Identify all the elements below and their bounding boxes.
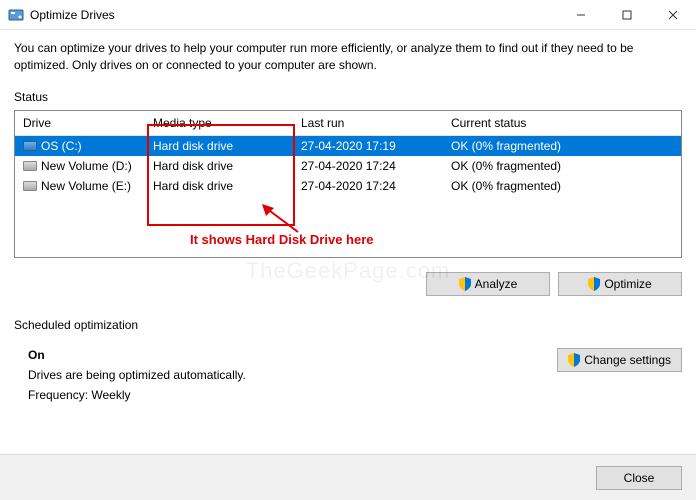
drive-last-run: 27-04-2020 17:24: [293, 156, 443, 176]
drive-status: OK (0% fragmented): [443, 156, 681, 176]
drive-media: Hard disk drive: [145, 156, 293, 176]
window-title: Optimize Drives: [30, 8, 558, 22]
drive-status: OK (0% fragmented): [443, 176, 681, 196]
drive-name: New Volume (E:): [41, 179, 131, 193]
drive-icon: [23, 161, 37, 171]
table-row[interactable]: OS (C:) Hard disk drive27-04-2020 17:19OK…: [15, 135, 681, 156]
optimize-label: Optimize: [604, 277, 651, 291]
table-row[interactable]: New Volume (D:) Hard disk drive27-04-2020…: [15, 156, 681, 176]
scheduled-optimization-label: Scheduled optimization: [14, 318, 682, 332]
close-label: Close: [624, 471, 655, 485]
column-header-media[interactable]: Media type: [145, 111, 293, 136]
drive-icon: [23, 141, 37, 151]
status-label: Status: [14, 90, 682, 104]
main-content: You can optimize your drives to help you…: [0, 30, 696, 418]
footer: Close: [0, 454, 696, 500]
drive-icon: [23, 181, 37, 191]
drive-media: Hard disk drive: [145, 135, 293, 156]
close-button[interactable]: Close: [596, 466, 682, 490]
close-window-button[interactable]: [650, 0, 696, 30]
change-settings-button[interactable]: Change settings: [557, 348, 682, 372]
optimize-drives-icon: [8, 7, 24, 23]
maximize-button[interactable]: [604, 0, 650, 30]
drive-table[interactable]: Drive Media type Last run Current status…: [14, 110, 682, 258]
analyze-button[interactable]: Analyze: [426, 272, 550, 296]
minimize-button[interactable]: [558, 0, 604, 30]
table-row[interactable]: New Volume (E:) Hard disk drive27-04-2020…: [15, 176, 681, 196]
drive-status: OK (0% fragmented): [443, 135, 681, 156]
optimize-button[interactable]: Optimize: [558, 272, 682, 296]
drive-last-run: 27-04-2020 17:19: [293, 135, 443, 156]
drive-media: Hard disk drive: [145, 176, 293, 196]
column-header-status[interactable]: Current status: [443, 111, 681, 136]
analyze-label: Analyze: [475, 277, 518, 291]
column-header-last-run[interactable]: Last run: [293, 111, 443, 136]
drive-name: New Volume (D:): [41, 159, 132, 173]
shield-icon: [568, 353, 580, 367]
column-header-drive[interactable]: Drive: [15, 111, 145, 136]
titlebar: Optimize Drives: [0, 0, 696, 30]
description-text: You can optimize your drives to help you…: [14, 40, 682, 74]
shield-icon: [459, 277, 471, 291]
drive-name: OS (C:): [41, 139, 82, 153]
shield-icon: [588, 277, 600, 291]
scheduled-description: Drives are being optimized automatically…: [28, 368, 246, 382]
scheduled-frequency: Frequency: Weekly: [28, 388, 246, 402]
drive-last-run: 27-04-2020 17:24: [293, 176, 443, 196]
change-settings-label: Change settings: [584, 353, 671, 367]
scheduled-status: On: [28, 348, 246, 362]
